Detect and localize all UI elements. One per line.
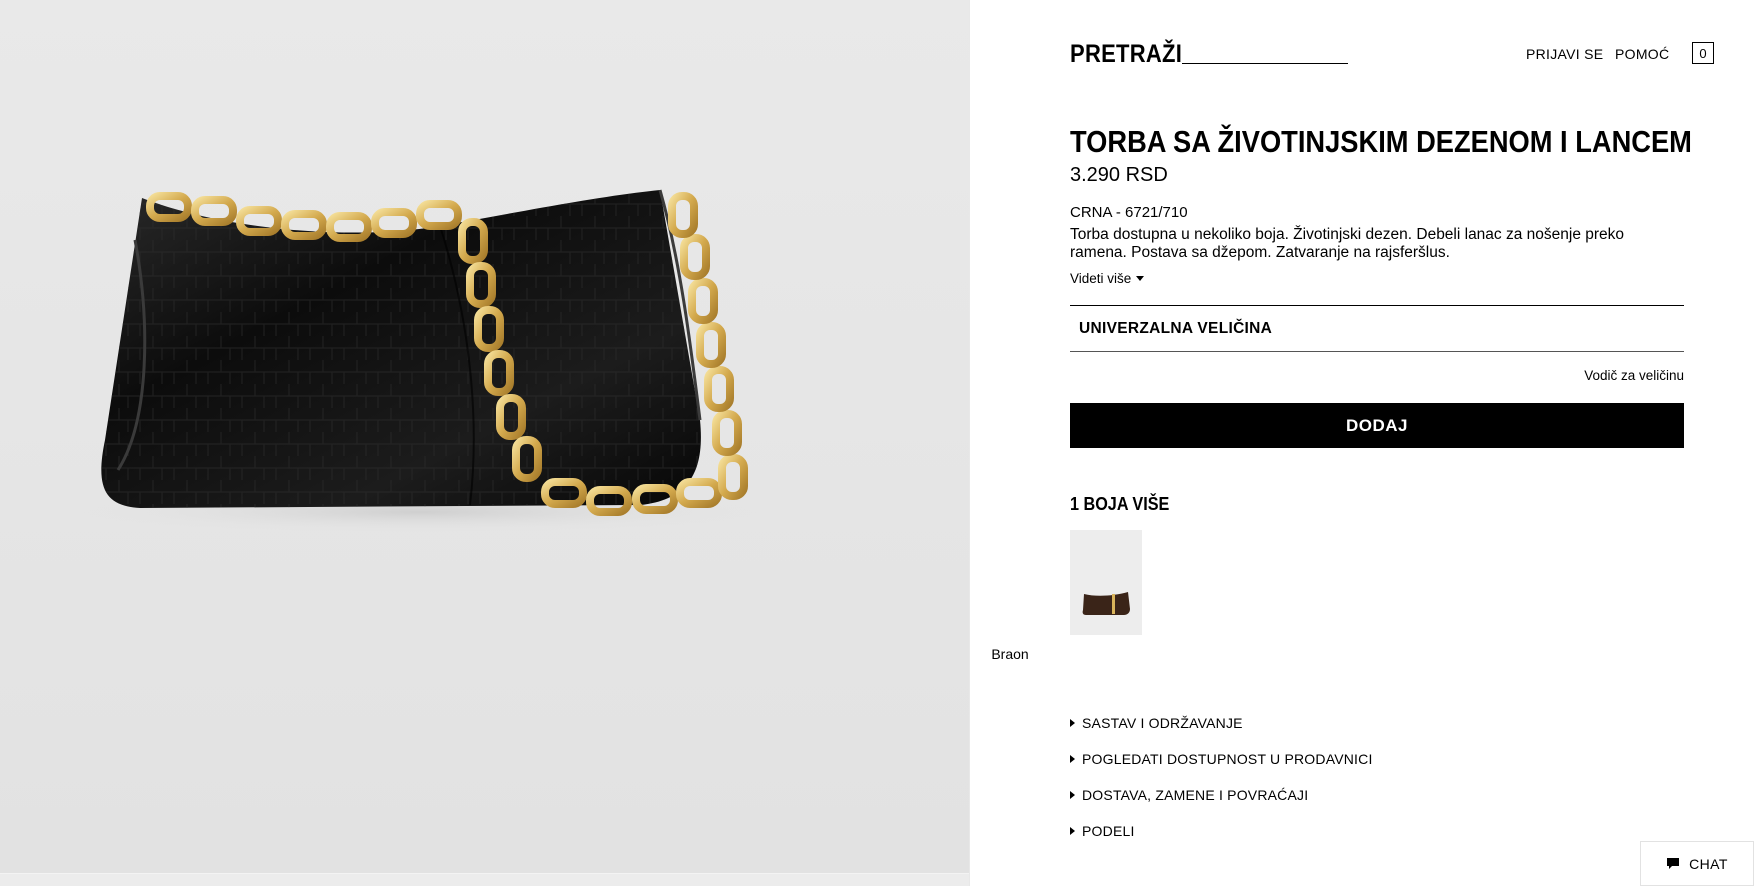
brown-bag-thumbnail bbox=[1070, 530, 1142, 635]
caret-right-icon bbox=[1070, 827, 1075, 835]
caret-right-icon bbox=[1070, 755, 1075, 763]
size-guide-link[interactable]: Vodič za veličinu bbox=[1584, 368, 1684, 383]
image-bottom-strip bbox=[0, 873, 969, 886]
caret-right-icon bbox=[1070, 791, 1075, 799]
chat-bubble-icon bbox=[1667, 858, 1680, 869]
accordion-composition[interactable]: SASTAV I ODRŽAVANJE bbox=[1070, 715, 1243, 731]
size-selector[interactable]: UNIVERZALNA VELIČINA bbox=[1070, 305, 1684, 352]
caret-down-icon bbox=[1136, 276, 1145, 281]
see-more-link[interactable]: Videti više bbox=[1070, 271, 1145, 286]
accordion-label: DOSTAVA, ZAMENE I POVRAĆAJI bbox=[1082, 787, 1309, 803]
accordion-shipping-returns[interactable]: DOSTAVA, ZAMENE I POVRAĆAJI bbox=[1070, 787, 1308, 803]
product-price: 3.290 RSD bbox=[1070, 164, 1168, 186]
color-swatch-brown[interactable] bbox=[1070, 530, 1142, 638]
accordion-label: SASTAV I ODRŽAVANJE bbox=[1082, 715, 1243, 731]
add-to-cart-button[interactable]: DODAJ bbox=[1070, 403, 1684, 448]
cart-count: 0 bbox=[1699, 45, 1707, 61]
accordion-label: PODELI bbox=[1082, 823, 1135, 839]
product-title: TORBA SA ŽIVOTINJSKIM DEZENOM I LANCEM bbox=[1070, 124, 1692, 159]
cart-icon[interactable]: 0 bbox=[1692, 42, 1714, 64]
search-input-underline[interactable] bbox=[1182, 63, 1348, 64]
more-colors-heading: 1 BOJA VIŠE bbox=[1070, 494, 1170, 514]
product-color-code: CRNA - 6721/710 bbox=[1070, 204, 1188, 221]
color-swatch-label[interactable]: Braon bbox=[974, 646, 1046, 662]
product-info-panel: PRETRAŽI PRIJAVI SE POMOĆ 0 TORBA SA ŽIV… bbox=[970, 0, 1754, 886]
product-image[interactable] bbox=[0, 0, 969, 874]
size-selected-label: UNIVERZALNA VELIČINA bbox=[1079, 320, 1273, 337]
product-image-panel bbox=[0, 0, 969, 886]
search-label[interactable]: PRETRAŽI bbox=[1070, 40, 1182, 69]
product-description: Torba dostupna u nekoliko boja. Životinj… bbox=[1070, 226, 1625, 261]
accordion-share[interactable]: PODELI bbox=[1070, 823, 1135, 839]
see-more-label: Videti više bbox=[1070, 271, 1132, 286]
accordion-label: POGLEDATI DOSTUPNOST U PRODAVNICI bbox=[1082, 751, 1373, 767]
login-link[interactable]: PRIJAVI SE bbox=[1526, 46, 1603, 62]
help-link[interactable]: POMOĆ bbox=[1615, 46, 1669, 62]
chat-button[interactable]: CHAT bbox=[1640, 841, 1754, 886]
caret-right-icon bbox=[1070, 719, 1075, 727]
accordion-store-availability[interactable]: POGLEDATI DOSTUPNOST U PRODAVNICI bbox=[1070, 751, 1373, 767]
chat-label: CHAT bbox=[1689, 855, 1728, 872]
